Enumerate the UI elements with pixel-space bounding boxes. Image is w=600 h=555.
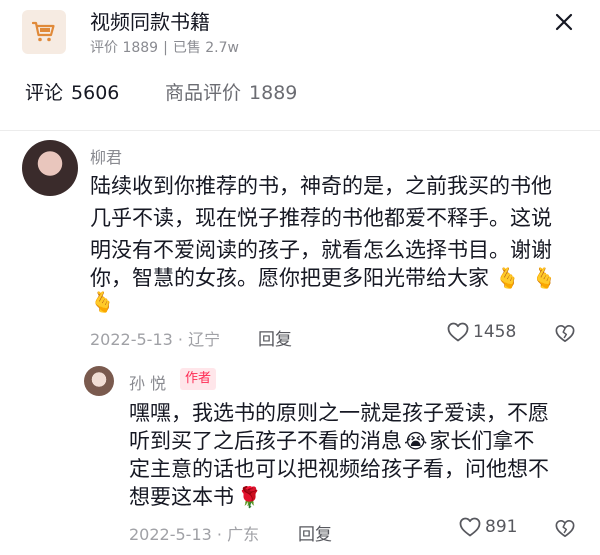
tab-bar: 评论 5606 商品评价 1889 [0,78,600,128]
tab-reviews-count: 1889 [249,82,298,104]
broken-heart-icon[interactable] [555,324,575,343]
like-count: 1458 [473,322,517,342]
reply-text-line: 定主意的话也可以把视频给孩子看，问他想不 [129,457,549,481]
tab-divider [0,130,600,131]
comment-text-line: 陆续收到你推荐的书，神奇的是，之前我买的书他 [90,174,552,198]
crying-face-emoji: 😭 [404,429,428,453]
sold-count: 已售 2.7w [172,40,239,56]
reply-button[interactable]: 回复 [258,325,292,350]
product-thumbnail[interactable] [22,10,66,54]
cart-icon [32,21,55,42]
reply-button[interactable]: 回复 [298,520,332,545]
rating-count: 评价 1889 [90,40,159,56]
tab-comments[interactable]: 评论 5606 [25,78,119,105]
avatar[interactable] [22,140,78,196]
tab-product-reviews[interactable]: 商品评价 1889 [165,78,297,105]
comment-text-line: 你，智慧的女孩。愿你把更多阳光带给大家 🫰 🫰 [90,268,557,289]
comment-username[interactable]: 柳君 [90,144,122,168]
heart-icon [459,517,481,537]
finger-heart-emoji: 🫰 [531,266,557,290]
reply-username[interactable]: 孙 悦 [129,370,166,394]
like-count: 891 [485,517,518,537]
comment-text-fragment: 你，智慧的女孩。愿你把更多阳光带给大家 [90,266,489,290]
reply-date-location: 2022-5-13 · 广东 [129,525,260,544]
product-title[interactable]: 视频同款书籍 [90,6,210,35]
comment-text-line: 明没有不爱阅读的孩子，就看怎么选择书目。谢谢 [90,238,552,262]
heart-icon [447,322,469,342]
like-button[interactable]: 891 [459,517,517,537]
avatar[interactable] [84,366,114,396]
reply-text-fragment: 想要这本书 [129,485,234,509]
product-header: 视频同款书籍 评价 1889 | 已售 2.7w [0,0,600,62]
tab-comments-label: 评论 [25,82,64,104]
author-badge: 作者 [180,368,217,390]
tab-reviews-label: 商品评价 [165,82,242,104]
reply-text-fragment: 听到买了之后孩子不看的消息 [129,429,402,453]
comment-date-location: 2022-5-13 · 辽宁 [90,330,221,349]
reply-text-fragment: 家长们拿不 [429,429,535,453]
broken-heart-icon[interactable] [555,519,575,538]
tab-comments-count: 5606 [71,82,120,104]
close-icon[interactable] [552,10,576,34]
product-stats: 评价 1889 | 已售 2.7w [90,37,239,57]
reply-text-line: 嘿嘿，我选书的原则之一就是孩子爱读，不愿 [129,401,549,425]
reply-text-line: 听到买了之后孩子不看的消息 😭家长们拿不 [129,431,534,452]
finger-heart-emoji: 🫰 [495,266,520,290]
stats-separator: | [163,40,168,56]
finger-heart-emoji: 🫰 [90,290,115,314]
like-button[interactable]: 1458 [447,322,516,342]
reply-text-line: 想要这本书 🌹 [129,487,262,508]
rose-emoji: 🌹 [237,485,262,509]
comment-text-line: 🫰 [90,292,115,313]
comment-text-line: 几乎不读，现在悦子推荐的书他都爱不释手。这说 [90,206,552,230]
